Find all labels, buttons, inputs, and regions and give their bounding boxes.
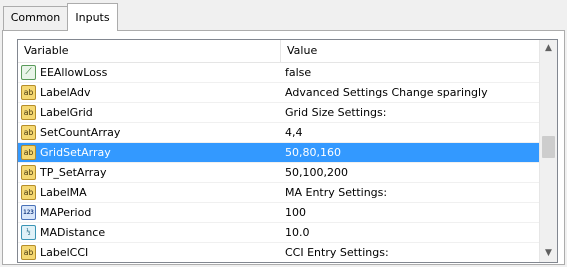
variable-cell[interactable]: ab TP_SetArray: [18, 163, 281, 182]
table-row[interactable]: ½ MADistance 10.0: [18, 223, 542, 243]
variable-cell[interactable]: ab SetCountArray: [18, 123, 281, 142]
string-icon: ab: [21, 105, 36, 120]
string-icon: ab: [21, 85, 36, 100]
value-cell[interactable]: Advanced Settings Change sparingly: [281, 83, 542, 102]
grid-rows: ⟋ EEAllowLoss false ab LabelAdv Advanced Sett…: [18, 63, 542, 262]
value-cell[interactable]: 10.0: [281, 223, 542, 242]
inputs-grid: Variable Value ⟋ EEAllowLoss false ab LabelA…: [17, 39, 558, 263]
table-row[interactable]: ab SetCountArray 4,4: [18, 123, 542, 143]
value-cell[interactable]: Grid Size Settings:: [281, 103, 542, 122]
table-row[interactable]: ⟋ EEAllowLoss false: [18, 63, 542, 83]
table-row[interactable]: ab TP_SetArray 50,100,200: [18, 163, 542, 183]
double-icon: ½: [21, 225, 36, 240]
variable-cell[interactable]: ab LabelGrid: [18, 103, 281, 122]
inputs-panel: Variable Value ⟋ EEAllowLoss false ab LabelA…: [2, 30, 565, 265]
variable-name: TP_SetArray: [40, 166, 107, 179]
string-icon: ab: [21, 245, 36, 260]
scroll-thumb[interactable]: [542, 136, 555, 158]
tab-strip: Common Inputs: [0, 0, 567, 31]
string-icon: ab: [21, 185, 36, 200]
grid-header: Variable Value: [18, 40, 542, 63]
variable-name: MADistance: [40, 226, 106, 239]
table-row[interactable]: ab GridSetArray 50,80,160: [18, 143, 542, 163]
variable-cell[interactable]: 123 MAPeriod: [18, 203, 281, 222]
variable-name: LabelCCI: [40, 246, 89, 259]
variable-cell[interactable]: ab LabelCCI: [18, 243, 281, 262]
value-cell[interactable]: false: [281, 63, 542, 82]
value-cell[interactable]: 50,100,200: [281, 163, 542, 182]
variable-cell[interactable]: ab LabelMA: [18, 183, 281, 202]
variable-cell[interactable]: ½ MADistance: [18, 223, 281, 242]
int-icon: 123: [21, 205, 36, 220]
variable-name: EEAllowLoss: [40, 66, 108, 79]
variable-name: LabelMA: [40, 186, 87, 199]
value-cell[interactable]: 4,4: [281, 123, 542, 142]
tab-inputs[interactable]: Inputs: [67, 3, 118, 31]
variable-name: LabelGrid: [40, 106, 93, 119]
tab-common[interactable]: Common: [3, 6, 68, 30]
string-icon: ab: [21, 125, 36, 140]
variable-name: MAPeriod: [40, 206, 92, 219]
variable-name: SetCountArray: [40, 126, 121, 139]
scroll-up-icon[interactable]: ▲: [540, 40, 557, 57]
scroll-down-icon[interactable]: ▼: [540, 245, 557, 262]
variable-cell[interactable]: ab GridSetArray: [18, 143, 281, 162]
variable-name: GridSetArray: [40, 146, 111, 159]
table-row[interactable]: ab LabelCCI CCI Entry Settings:: [18, 243, 542, 262]
variable-name: LabelAdv: [40, 86, 91, 99]
string-icon: ab: [21, 165, 36, 180]
bool-icon: ⟋: [21, 65, 36, 80]
column-header-value[interactable]: Value: [281, 40, 542, 62]
value-cell[interactable]: 100: [281, 203, 542, 222]
value-cell[interactable]: CCI Entry Settings:: [281, 243, 542, 262]
value-cell[interactable]: 50,80,160: [281, 143, 542, 162]
column-header-variable[interactable]: Variable: [18, 40, 281, 62]
value-cell[interactable]: MA Entry Settings:: [281, 183, 542, 202]
table-row[interactable]: 123 MAPeriod 100: [18, 203, 542, 223]
variable-cell[interactable]: ⟋ EEAllowLoss: [18, 63, 281, 82]
table-row[interactable]: ab LabelGrid Grid Size Settings:: [18, 103, 542, 123]
vertical-scrollbar[interactable]: ▲ ▼: [539, 40, 557, 262]
string-icon: ab: [21, 145, 36, 160]
table-row[interactable]: ab LabelAdv Advanced Settings Change spari…: [18, 83, 542, 103]
table-row[interactable]: ab LabelMA MA Entry Settings:: [18, 183, 542, 203]
variable-cell[interactable]: ab LabelAdv: [18, 83, 281, 102]
